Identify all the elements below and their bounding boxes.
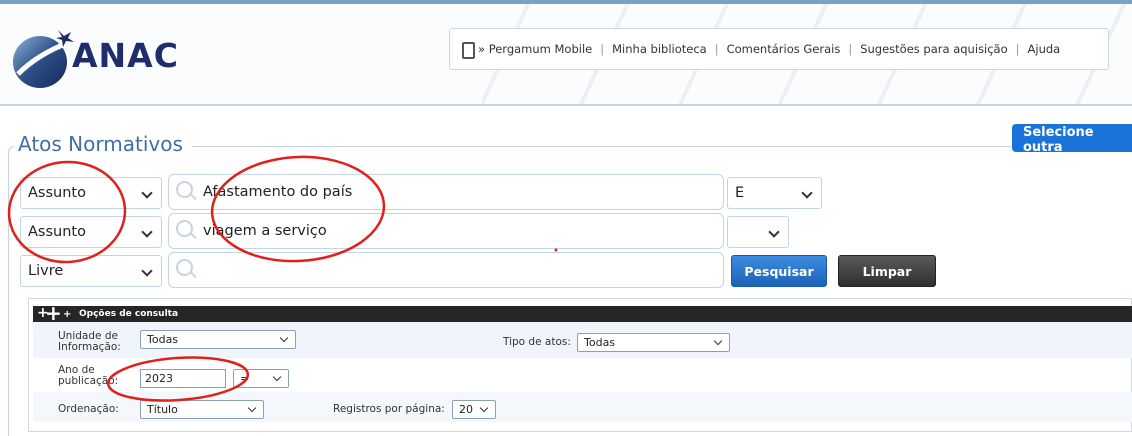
boolean-operator-select-1[interactable]: E — [727, 177, 822, 209]
chevron-down-icon — [141, 265, 153, 277]
search-options-toggle[interactable]: + + + Opções de consulta — [33, 301, 1132, 325]
nav-separator: | — [848, 42, 853, 56]
chevron-down-icon — [141, 226, 153, 238]
ordenacao-select[interactable]: Título — [140, 400, 264, 419]
search-icon — [176, 181, 193, 198]
ano-label-line: publicação: — [58, 375, 119, 387]
search-field-select-2[interactable]: Assunto — [20, 216, 162, 248]
search-options-label: Opções de consulta — [79, 309, 179, 319]
search-field-select-3[interactable]: Livre — [20, 255, 162, 287]
ordenacao-label: Ordenação: — [58, 403, 119, 415]
search-icon — [176, 220, 193, 237]
ano-operator-value: = — [240, 372, 250, 385]
nav-separator: | — [1015, 42, 1020, 56]
chevron-down-icon — [247, 403, 257, 413]
nav-comentarios-gerais[interactable]: Comentários Gerais — [727, 42, 841, 56]
nav-minha-biblioteca[interactable]: Minha biblioteca — [612, 42, 707, 56]
mobile-phone-icon — [462, 41, 475, 59]
tipo-atos-value: Todas — [584, 336, 616, 349]
unidade-select[interactable]: Todas — [140, 330, 296, 349]
unidade-value: Todas — [147, 333, 179, 346]
chevron-down-icon — [479, 403, 489, 413]
logo-text: ANAC — [72, 36, 179, 75]
unidade-label: Unidade de Informação: — [58, 331, 121, 353]
chevron-down-icon — [713, 336, 723, 346]
ordenacao-value: Título — [147, 403, 178, 416]
chevron-down-icon — [279, 333, 289, 343]
search-term-value: viagem a serviço — [203, 223, 327, 239]
ano-operator-select[interactable]: = — [233, 369, 289, 388]
search-term-value: Afastamento do país — [203, 184, 353, 200]
search-term-input-3[interactable] — [168, 252, 724, 288]
registros-select[interactable]: 20 — [452, 400, 496, 419]
nav-ajuda[interactable]: Ajuda — [1028, 42, 1061, 56]
tipo-atos-label: Tipo de atos: — [503, 336, 571, 348]
plus-icon: + — [63, 309, 72, 320]
boolean-operator-select-2[interactable] — [727, 216, 789, 248]
plus-icon: + — [45, 301, 62, 325]
select-other-button[interactable]: Selecione outra — [1012, 124, 1132, 155]
nav-separator: | — [714, 42, 719, 56]
nav-separator: | — [600, 42, 605, 56]
header-divider — [0, 104, 1132, 106]
search-term-input-1[interactable]: Afastamento do país — [168, 174, 724, 210]
nav-pergamum-mobile[interactable]: » Pergamum Mobile — [478, 42, 592, 56]
ano-publicacao-label: Ano de publicação: — [58, 365, 118, 387]
registros-label: Registros por página: — [333, 403, 445, 415]
tipo-atos-select[interactable]: Todas — [577, 333, 730, 352]
top-navigation: » Pergamum Mobile | Minha biblioteca | C… — [449, 28, 1109, 70]
unidade-label-line: Informação: — [58, 341, 121, 353]
search-field-select-1[interactable]: Assunto — [20, 177, 162, 209]
search-icon — [176, 259, 193, 276]
search-button[interactable]: Pesquisar — [731, 255, 827, 287]
nav-sugestoes-aquisicao[interactable]: Sugestões para aquisição — [860, 42, 1007, 56]
site-header: ANAC » Pergamum Mobile | Minha bibliotec… — [0, 0, 1132, 106]
search-field-value: Livre — [28, 263, 64, 279]
search-field-value: Assunto — [28, 224, 86, 240]
chevron-down-icon — [768, 226, 780, 238]
chevron-down-icon — [272, 372, 282, 382]
chevron-down-icon — [801, 187, 813, 199]
ano-publicacao-input[interactable]: 2023 — [140, 369, 226, 388]
clear-button[interactable]: Limpar — [838, 255, 936, 287]
registros-value: 20 — [459, 403, 473, 416]
operator-value: E — [735, 185, 745, 201]
chevron-down-icon — [141, 187, 153, 199]
anac-logo-icon — [13, 30, 74, 88]
search-term-input-2[interactable]: viagem a serviço — [168, 213, 724, 249]
page-title: Atos Normativos — [18, 132, 183, 156]
search-field-value: Assunto — [28, 185, 86, 201]
